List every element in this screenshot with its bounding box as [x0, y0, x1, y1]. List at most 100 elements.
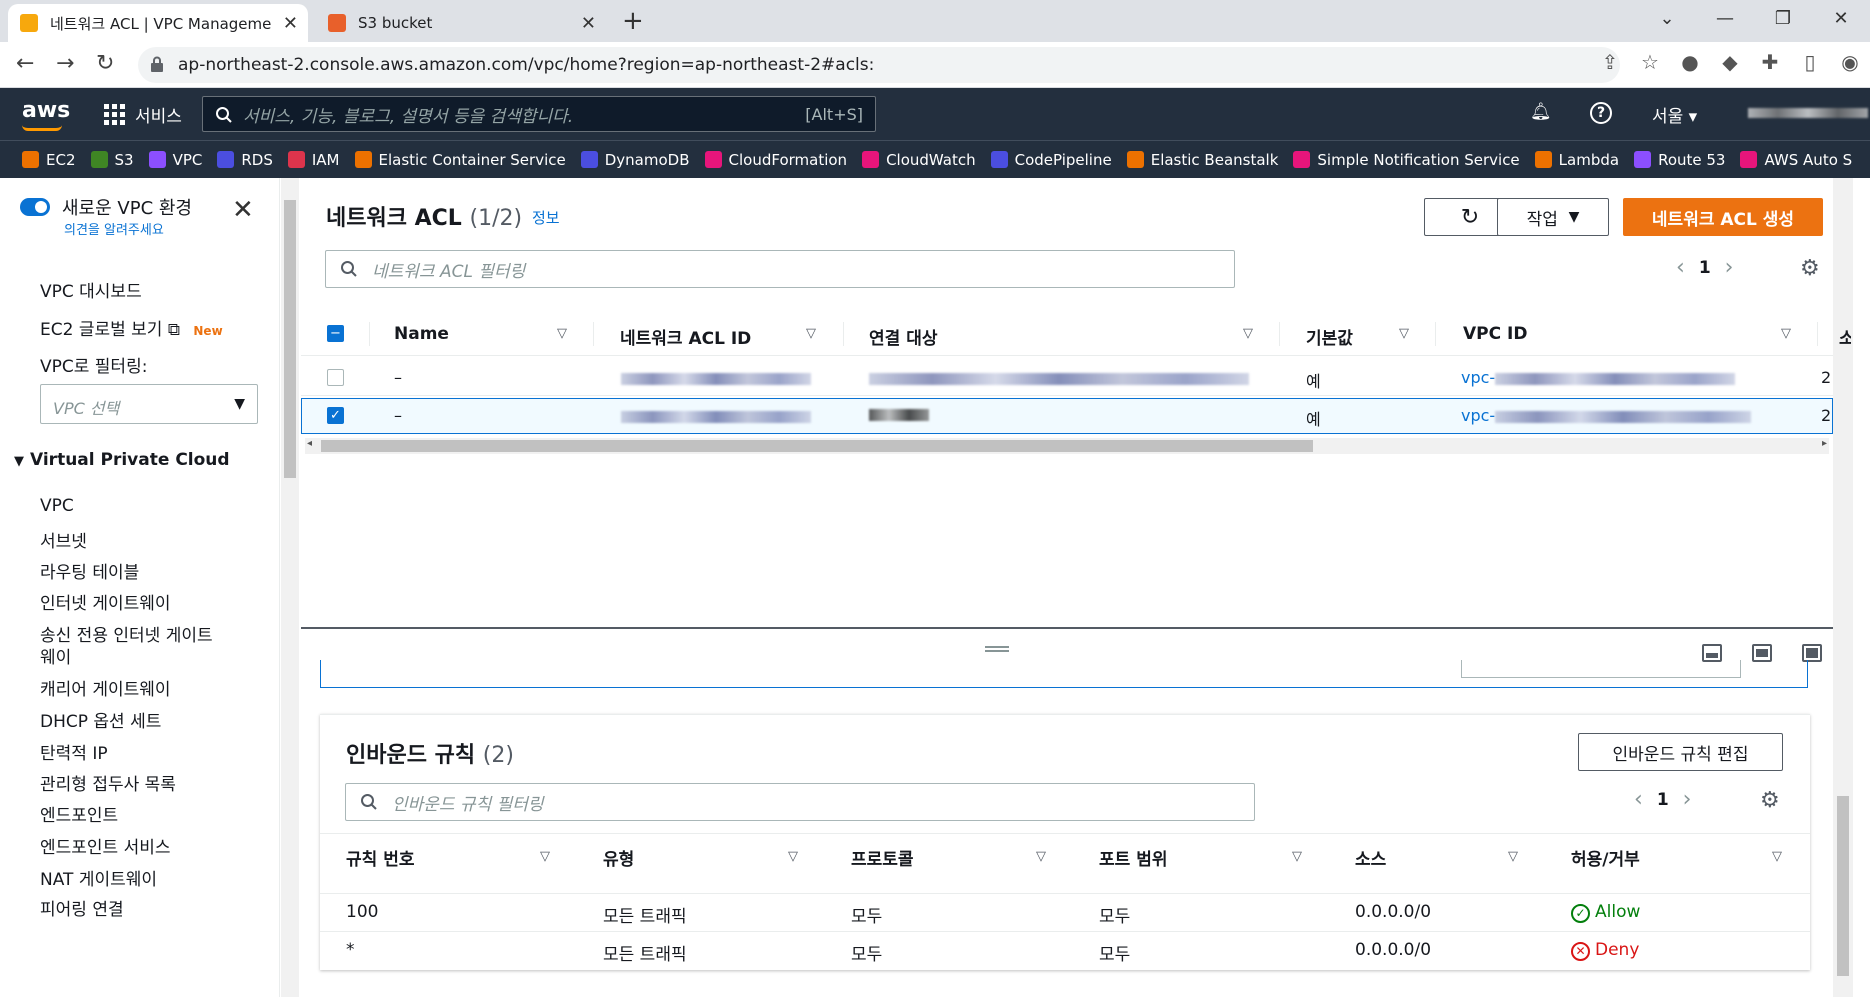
sort-icon[interactable]: ▽: [1399, 326, 1409, 341]
profile-avatar-icon[interactable]: ◉: [1830, 50, 1870, 74]
favorite-ec2[interactable]: EC2: [22, 151, 76, 169]
page-number[interactable]: 1: [1657, 790, 1669, 810]
sidepanel-icon[interactable]: ▯: [1790, 50, 1830, 74]
favorite-iam[interactable]: IAM: [287, 151, 340, 169]
favorite-rds[interactable]: RDS: [217, 151, 273, 169]
column-header-type[interactable]: 유형: [603, 845, 634, 870]
forward-icon[interactable]: →: [56, 51, 74, 76]
column-header-vpc-id[interactable]: VPC ID: [1463, 324, 1527, 344]
sidebar-item-ec2-global[interactable]: EC2 글로벌 보기 ⧉ New: [40, 315, 223, 340]
inbound-rules-filter-input[interactable]: 인바운드 규칙 필터링: [345, 783, 1255, 821]
page-number[interactable]: 1: [1699, 258, 1711, 278]
new-tab-icon[interactable]: +: [622, 8, 644, 34]
close-window-icon[interactable]: ✕: [1812, 0, 1870, 40]
column-header-source[interactable]: 소스: [1355, 845, 1386, 870]
main-scrollbar[interactable]: [1833, 178, 1853, 997]
edit-inbound-rules-button[interactable]: 인바운드 규칙 편집: [1578, 733, 1783, 771]
drag-handle-icon[interactable]: [985, 646, 1009, 652]
table-row[interactable]: – 예 vpc- 2: [301, 360, 1833, 396]
maximize-icon[interactable]: ❐: [1754, 0, 1812, 40]
services-menu-button[interactable]: 서비스: [104, 102, 182, 127]
sort-icon[interactable]: ▽: [788, 849, 798, 864]
column-header-protocol[interactable]: 프로토콜: [851, 845, 914, 870]
chevron-left-icon[interactable]: ‹: [1634, 787, 1643, 812]
favorite-dynamodb[interactable]: DynamoDB: [580, 151, 690, 169]
favorite-cloudwatch[interactable]: CloudWatch: [862, 151, 976, 169]
close-tab-icon[interactable]: ✕: [581, 13, 596, 34]
sidebar-item[interactable]: 웨이: [40, 643, 71, 668]
tab-search-icon[interactable]: ⌄: [1638, 0, 1696, 40]
split-panel-divider[interactable]: [301, 627, 1833, 629]
help-icon[interactable]: ?: [1590, 102, 1612, 124]
column-header-name[interactable]: Name: [394, 324, 449, 344]
back-icon[interactable]: ←: [16, 51, 34, 76]
notifications-bell-icon[interactable]: 🔔︎: [1530, 102, 1552, 122]
column-header-port-range[interactable]: 포트 범위: [1099, 845, 1167, 870]
scroll-left-icon[interactable]: ◂: [307, 438, 312, 449]
sort-icon[interactable]: ▽: [806, 326, 816, 341]
favorite-simple-notification-service[interactable]: Simple Notification Service: [1293, 151, 1520, 169]
column-header-association[interactable]: 연결 대상: [869, 324, 937, 349]
sidebar-scrollbar[interactable]: [281, 178, 299, 997]
close-tab-icon[interactable]: ✕: [283, 13, 298, 34]
network-acl-filter-input[interactable]: 네트워크 ACL 필터링: [325, 250, 1235, 288]
sort-icon[interactable]: ▽: [1036, 849, 1046, 864]
sidebar-item[interactable]: 캐리어 게이트웨이: [40, 675, 171, 700]
sidebar-item[interactable]: VPC: [40, 496, 74, 516]
feedback-link[interactable]: 의견을 알려주세요: [64, 219, 164, 238]
sort-icon[interactable]: ▽: [557, 326, 567, 341]
sort-icon[interactable]: ▽: [1292, 849, 1302, 864]
column-header-acl-id[interactable]: 네트워크 ACL ID: [620, 324, 751, 349]
column-header-rule-number[interactable]: 규칙 번호: [346, 845, 414, 870]
favorite-s3[interactable]: S3: [90, 151, 134, 169]
sidebar-item[interactable]: DHCP 옵션 세트: [40, 707, 161, 732]
sidebar-item[interactable]: 엔드포인트: [40, 801, 118, 826]
sidebar-item[interactable]: NAT 게이트웨이: [40, 865, 157, 890]
info-link[interactable]: 정보: [532, 207, 560, 228]
cookie-extension-icon[interactable]: ●: [1670, 50, 1710, 74]
url-field[interactable]: ap-northeast-2.console.aws.amazon.com/vp…: [138, 47, 1620, 83]
settings-gear-icon[interactable]: ⚙: [1760, 788, 1780, 813]
scrollbar-thumb[interactable]: [1837, 796, 1849, 976]
vpc-select[interactable]: VPC 선택 ▼: [40, 384, 258, 424]
browser-tab-s3[interactable]: S3 bucket ✕: [316, 4, 606, 42]
favorite-aws-auto-s[interactable]: AWS Auto S: [1740, 151, 1852, 169]
sort-icon[interactable]: ▽: [540, 849, 550, 864]
puzzle-extensions-icon[interactable]: ✚: [1750, 50, 1790, 74]
column-header-allow-deny[interactable]: 허용/거부: [1571, 845, 1640, 870]
cell-acl-id-redacted[interactable]: [621, 406, 811, 425]
account-menu[interactable]: [1748, 108, 1868, 118]
table-horizontal-scrollbar[interactable]: ◂ ▸: [305, 438, 1829, 454]
cell-vpc-id[interactable]: vpc-: [1461, 368, 1736, 387]
sidebar-item[interactable]: 탄력적 IP: [40, 739, 108, 764]
favorite-cloudformation[interactable]: CloudFormation: [704, 151, 847, 169]
select-all-checkbox[interactable]: −: [327, 325, 344, 342]
aws-logo[interactable]: aws: [22, 98, 70, 123]
actions-button[interactable]: 작업 ▼: [1497, 198, 1609, 236]
column-header-default[interactable]: 기본값: [1306, 324, 1353, 349]
sidebar-item[interactable]: 인터넷 게이트웨이: [40, 589, 171, 614]
favorite-codepipeline[interactable]: CodePipeline: [990, 151, 1112, 169]
sidebar-item[interactable]: 관리형 접두사 목록: [40, 770, 176, 795]
favorite-lambda[interactable]: Lambda: [1534, 151, 1619, 169]
sidebar-item[interactable]: 라우팅 테이블: [40, 558, 139, 583]
cell-vpc-id[interactable]: vpc-: [1461, 406, 1752, 425]
settings-gear-icon[interactable]: ⚙: [1800, 256, 1820, 281]
sidebar-item-vpc-dashboard[interactable]: VPC 대시보드: [40, 277, 142, 302]
chevron-right-icon[interactable]: ›: [1683, 787, 1692, 812]
scrollbar-thumb[interactable]: [284, 200, 296, 478]
favorite-elastic-beanstalk[interactable]: Elastic Beanstalk: [1126, 151, 1278, 169]
column-header-owner[interactable]: 소: [1839, 324, 1851, 349]
sidebar-item[interactable]: 엔드포인트 서비스: [40, 833, 171, 858]
close-icon[interactable]: ✕: [232, 197, 254, 223]
cell-acl-id-redacted[interactable]: [621, 368, 811, 387]
sort-icon[interactable]: ▽: [1781, 326, 1791, 341]
sidebar-item[interactable]: 피어링 연결: [40, 895, 124, 920]
table-row-selected[interactable]: ✓ – 예 vpc- 2: [301, 398, 1833, 434]
minimize-icon[interactable]: —: [1696, 0, 1754, 40]
share-icon[interactable]: ⇪: [1590, 50, 1630, 74]
chevron-right-icon[interactable]: ›: [1725, 255, 1734, 280]
section-virtual-private-cloud[interactable]: ▼ Virtual Private Cloud: [14, 450, 230, 470]
favorite-elastic-container-service[interactable]: Elastic Container Service: [354, 151, 566, 169]
sidebar-item[interactable]: 서브넷: [40, 527, 87, 552]
